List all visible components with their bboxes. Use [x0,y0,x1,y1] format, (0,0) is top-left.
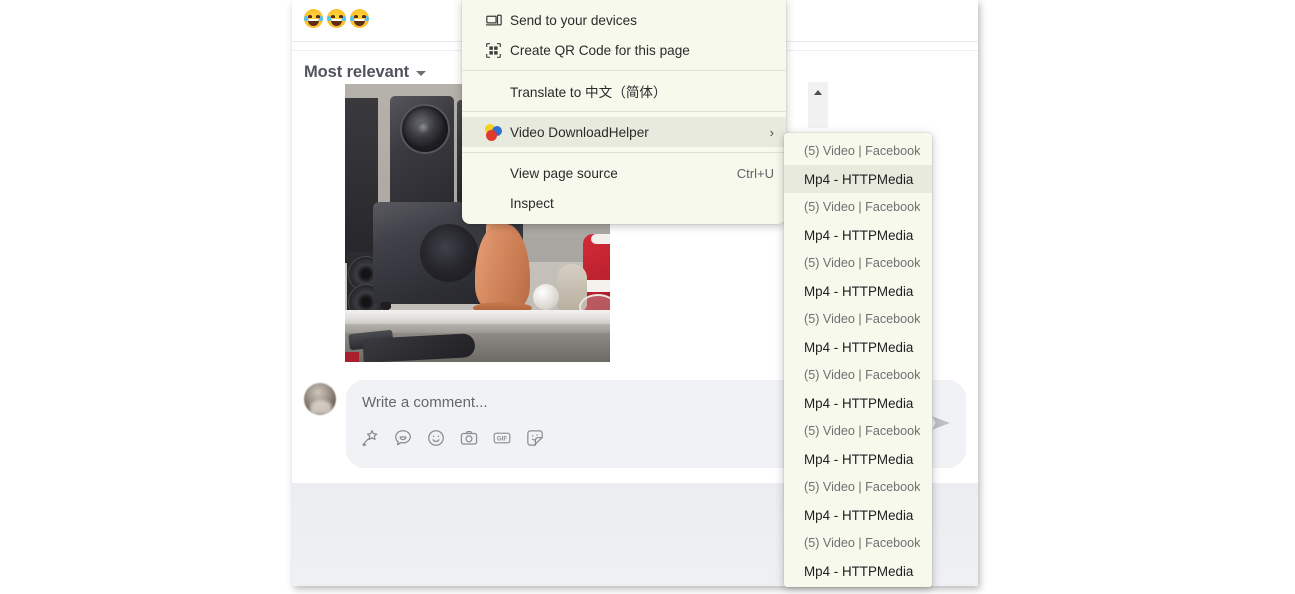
avatar [304,383,336,415]
vdh-icon [477,123,509,141]
devices-icon [477,12,509,29]
qr-code-icon [477,42,509,59]
comment-sort-label: Most relevant [304,62,410,81]
emoji-icon[interactable] [426,428,446,448]
menu-item-label: Inspect [510,195,554,211]
menu-item-video-downloadhelper[interactable]: Video DownloadHelper › [462,117,786,147]
vdh-media-item[interactable]: Mp4 - HTTPMedia [784,557,932,585]
send-comment-button[interactable] [930,412,952,434]
chevron-down-icon [416,71,427,76]
vdh-media-item[interactable]: Mp4 - HTTPMedia [784,165,932,193]
vdh-source-item[interactable]: (5) Video | Facebook [784,473,932,501]
menu-item-send-to-your-devices[interactable]: Send to your devices [462,5,786,35]
vdh-media-item[interactable]: Mp4 - HTTPMedia [784,445,932,473]
vdh-source-item[interactable]: (5) Video | Facebook [784,361,932,389]
menu-item-translate[interactable]: Translate to 中文（简体） [462,76,786,106]
vdh-media-item[interactable]: Mp4 - HTTPMedia [784,277,932,305]
vdh-media-item[interactable]: Mp4 - HTTPMedia [784,221,932,249]
comment-input-placeholder: Write a comment... [362,394,488,411]
menu-separator [462,70,786,71]
haha-reaction-icon[interactable] [327,9,346,28]
vdh-source-item[interactable]: (5) Video | Facebook [784,137,932,165]
camera-icon[interactable] [459,428,479,448]
menu-item-label: Video DownloadHelper [510,124,649,140]
gif-icon[interactable]: GIF [492,428,512,448]
scroll-up-arrow-icon[interactable] [808,82,828,102]
composer-icon-row: GIF [360,428,545,448]
vdh-media-item[interactable]: Mp4 - HTTPMedia [784,501,932,529]
menu-separator [462,152,786,153]
menu-item-inspect[interactable]: Inspect [462,188,786,218]
gif-icon-label: GIF [497,436,507,443]
magic-wand-icon[interactable] [360,428,380,448]
menu-item-label: Translate to 中文（简体） [510,85,667,100]
haha-reaction-icon[interactable] [304,9,323,28]
context-menu[interactable]: Send to your devices Create QR Code for … [462,0,786,224]
vdh-source-item[interactable]: (5) Video | Facebook [784,417,932,445]
chevron-right-icon: › [769,124,774,140]
menu-item-label: Send to your devices [510,12,637,28]
menu-separator [462,111,786,112]
vdh-source-item[interactable]: (5) Video | Facebook [784,529,932,557]
menu-item-label: Create QR Code for this page [510,42,690,58]
vdh-source-item[interactable]: (5) Video | Facebook [784,249,932,277]
haha-reaction-icon[interactable] [350,9,369,28]
menu-item-label: View page source [510,165,618,181]
vdh-submenu[interactable]: (5) Video | Facebook Mp4 - HTTPMedia (5) V… [784,133,932,587]
menu-item-create-qr-code[interactable]: Create QR Code for this page [462,35,786,65]
vdh-media-item[interactable]: Mp4 - HTTPMedia [784,333,932,361]
avatar-sticker-icon[interactable] [393,428,413,448]
menu-item-view-page-source[interactable]: View page source Ctrl+U [462,158,786,188]
vdh-source-item[interactable]: (5) Video | Facebook [784,193,932,221]
sticker-icon[interactable] [525,428,545,448]
vdh-media-item[interactable]: Mp4 - HTTPMedia [784,389,932,417]
vdh-source-item[interactable]: (5) Video | Facebook [784,305,932,333]
menu-item-shortcut: Ctrl+U [736,165,774,181]
